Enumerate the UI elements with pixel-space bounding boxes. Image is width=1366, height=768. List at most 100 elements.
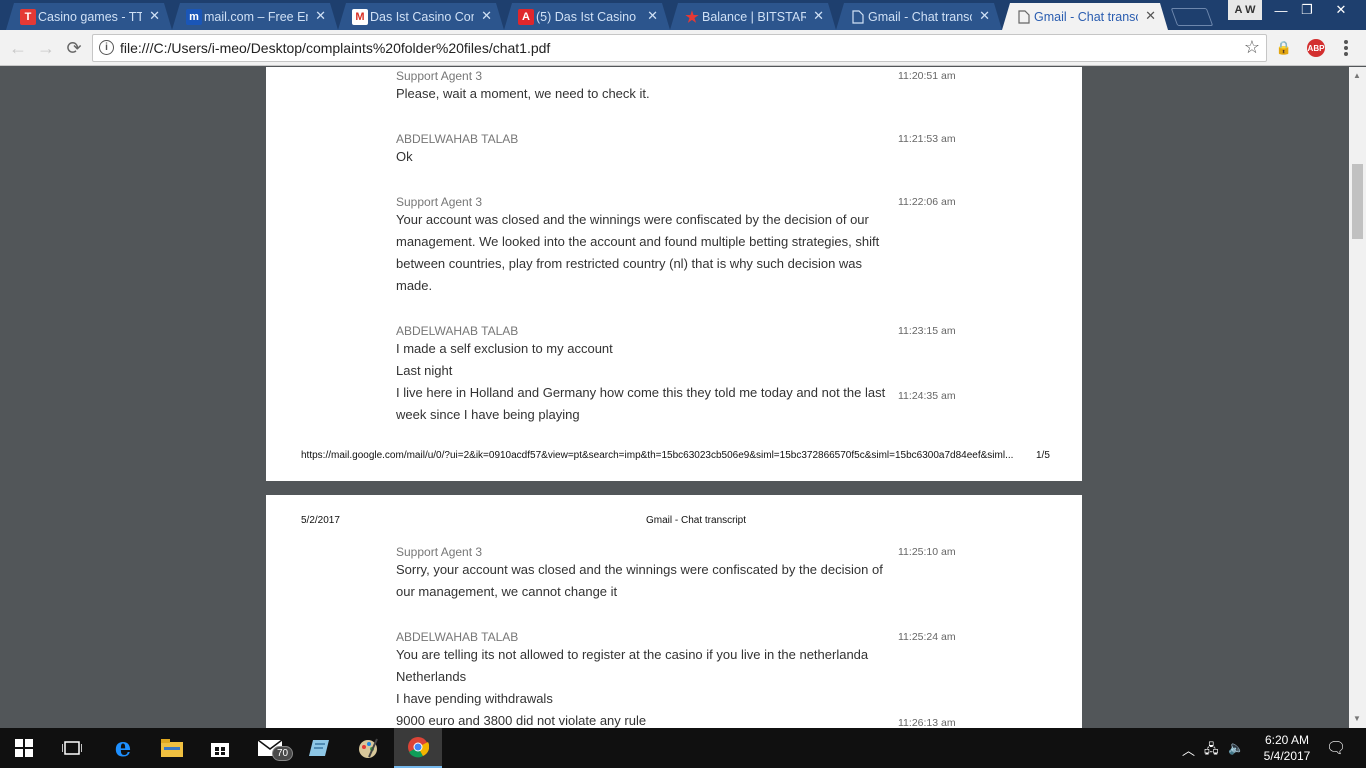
message-line: Netherlands (396, 669, 467, 684)
new-tab-button[interactable] (1170, 8, 1214, 26)
message-line: Last night (396, 363, 453, 378)
tab-gmail-chat-transcript[interactable]: Gmail - Chat transc ✕ (836, 3, 1002, 30)
pdf-page-2: 5/2/2017 Gmail - Chat transcript Support… (266, 495, 1082, 728)
message-sender: Support Agent 3 (396, 195, 483, 209)
mail-badge: 70 (272, 746, 294, 761)
task-view-icon[interactable] (48, 728, 96, 768)
browser-tab-strip: T Casino games - TTR ✕ m mail.com – Free… (0, 0, 1366, 30)
mail-com-favicon-icon: m (186, 9, 202, 25)
message-line: management. We looked into the account a… (396, 234, 880, 249)
close-icon[interactable]: ✕ (315, 8, 326, 24)
message-time: 11:24:35 am (898, 390, 956, 402)
mail-icon[interactable]: 70 (246, 728, 294, 768)
gmail-favicon-icon: M (352, 9, 368, 25)
vertical-scrollbar[interactable]: ▲ ▼ (1349, 67, 1366, 728)
tab-title: Gmail - Chat transc (1034, 9, 1138, 24)
message-line: week since I have being playing (396, 407, 580, 422)
browser-toolbar: ← → ⟳ i file:///C:/Users/i-meo/Desktop/c… (0, 30, 1366, 66)
document-favicon-icon (850, 9, 866, 25)
pdf-header-title: Gmail - Chat transcript (646, 515, 747, 526)
tab-bitstarz-balance[interactable]: ★ Balance | BITSTARZ ✕ (670, 3, 836, 30)
address-bar[interactable]: i file:///C:/Users/i-meo/Desktop/complai… (92, 34, 1267, 62)
tab-title: mail.com – Free Em (204, 9, 308, 24)
chat-message: ABDELWAHAB TALAB I made a self exclusion… (396, 324, 956, 426)
start-button[interactable] (0, 728, 48, 768)
lock-extension-icon[interactable]: 🔒 (1275, 39, 1293, 57)
notes-app-icon[interactable] (296, 728, 344, 768)
paint-app-icon[interactable] (344, 728, 392, 768)
tab-das-ist-casino-gmail[interactable]: M Das Ist Casino Com ✕ (338, 3, 504, 30)
message-sender: ABDELWAHAB TALAB (396, 324, 519, 338)
chrome-taskbar-icon[interactable] (394, 728, 442, 768)
clock-date: 5/4/2017 (1263, 749, 1311, 763)
adblock-plus-icon[interactable]: ABP (1307, 39, 1325, 57)
message-sender: ABDELWAHAB TALAB (396, 630, 519, 644)
message-sender: Support Agent 3 (396, 69, 483, 83)
close-icon[interactable]: ✕ (1145, 8, 1156, 24)
tab-mail-com[interactable]: m mail.com – Free Em ✕ (172, 3, 338, 30)
message-time: 11:21:53 am (898, 133, 956, 145)
profile-button[interactable]: A W (1228, 0, 1262, 20)
message-line: between countries, play from restricted … (396, 256, 863, 271)
pdf-footer-url: https://mail.google.com/mail/u/0/?ui=2&i… (301, 450, 1014, 461)
action-center-icon[interactable]: 🗨 (1326, 738, 1346, 758)
system-clock[interactable]: 6:20 AM 5/4/2017 (1256, 732, 1318, 764)
message-line: I have pending withdrawals (396, 691, 553, 706)
message-line: Your account was closed and the winnings… (396, 212, 869, 227)
close-window-icon[interactable]: ✕ (1326, 0, 1356, 20)
edge-browser-icon[interactable]: e (99, 728, 147, 768)
close-icon[interactable]: ✕ (647, 8, 658, 24)
chat-message: Support Agent 3 Your account was closed … (396, 195, 956, 297)
network-icon[interactable]: 🖧 (1204, 740, 1219, 762)
message-line: Sorry, your account was closed and the w… (396, 562, 883, 577)
reload-icon[interactable]: ⟳ (62, 36, 86, 60)
windows-logo-icon (15, 739, 33, 757)
message-line: I made a self exclusion to my account (396, 341, 613, 356)
tab-gmail-chat-transcript-active[interactable]: Gmail - Chat transc ✕ (1002, 3, 1168, 30)
pdf-page-number: 1/5 (1036, 450, 1050, 461)
message-time: 11:25:24 am (898, 631, 956, 643)
close-icon[interactable]: ✕ (149, 8, 160, 24)
scroll-down-arrow-icon[interactable]: ▼ (1353, 714, 1361, 723)
store-icon[interactable] (196, 728, 244, 768)
message-line: Please, wait a moment, we need to check … (396, 86, 650, 101)
file-explorer-icon[interactable] (148, 728, 196, 768)
message-time: 11:26:13 am (898, 717, 956, 728)
message-line: made. (396, 278, 433, 293)
tab-title: Gmail - Chat transc (868, 9, 972, 24)
tab-title: Das Ist Casino Com (370, 9, 474, 24)
tab-title: Casino games - TTR (38, 9, 142, 24)
message-sender: Support Agent 3 (396, 545, 483, 559)
document-favicon-icon (1016, 9, 1032, 25)
pdf-page-1: Support Agent 3 Please, wait a moment, w… (266, 67, 1082, 481)
message-sender: ABDELWAHAB TALAB (396, 132, 519, 146)
close-icon[interactable]: ✕ (813, 8, 824, 24)
close-icon[interactable]: ✕ (481, 8, 492, 24)
message-time: 11:22:06 am (898, 196, 956, 208)
askgamblers-favicon-icon: A (518, 9, 534, 25)
back-arrow-icon[interactable]: ← (6, 36, 30, 60)
chevron-up-icon[interactable]: ︿ (1182, 740, 1195, 759)
scroll-up-arrow-icon[interactable]: ▲ (1353, 71, 1361, 80)
bookmark-star-icon[interactable]: ☆ (1244, 37, 1260, 58)
tab-das-ist-casino-askgamblers[interactable]: A (5) Das Ist Casino - ✕ (504, 3, 670, 30)
forward-arrow-icon[interactable]: → (34, 36, 58, 60)
address-bar-url[interactable]: file:///C:/Users/i-meo/Desktop/complaint… (120, 40, 550, 56)
message-line: I live here in Holland and Germany how c… (396, 385, 886, 400)
pdf-header-date: 5/2/2017 (301, 515, 340, 526)
chat-message: ABDELWAHAB TALAB Ok (396, 132, 956, 168)
message-line: Ok (396, 149, 413, 164)
tab-casino-games[interactable]: T Casino games - TTR ✕ (6, 3, 172, 30)
info-icon[interactable]: i (99, 40, 114, 55)
message-time: 11:25:10 am (898, 546, 956, 558)
chrome-menu-icon[interactable] (1344, 40, 1348, 56)
volume-icon[interactable]: 🔈 (1228, 740, 1244, 756)
message-time: 11:20:51 am (898, 70, 956, 82)
chat-message: Support Agent 3 Please, wait a moment, w… (396, 69, 956, 105)
star-favicon-icon: ★ (685, 9, 699, 26)
pdf-viewer[interactable]: Support Agent 3 Please, wait a moment, w… (0, 67, 1366, 728)
scrollbar-thumb[interactable] (1352, 164, 1363, 239)
close-icon[interactable]: ✕ (979, 8, 990, 24)
chat-message: ABDELWAHAB TALAB You are telling its not… (396, 630, 956, 728)
restore-icon[interactable]: ❐ (1292, 0, 1322, 20)
